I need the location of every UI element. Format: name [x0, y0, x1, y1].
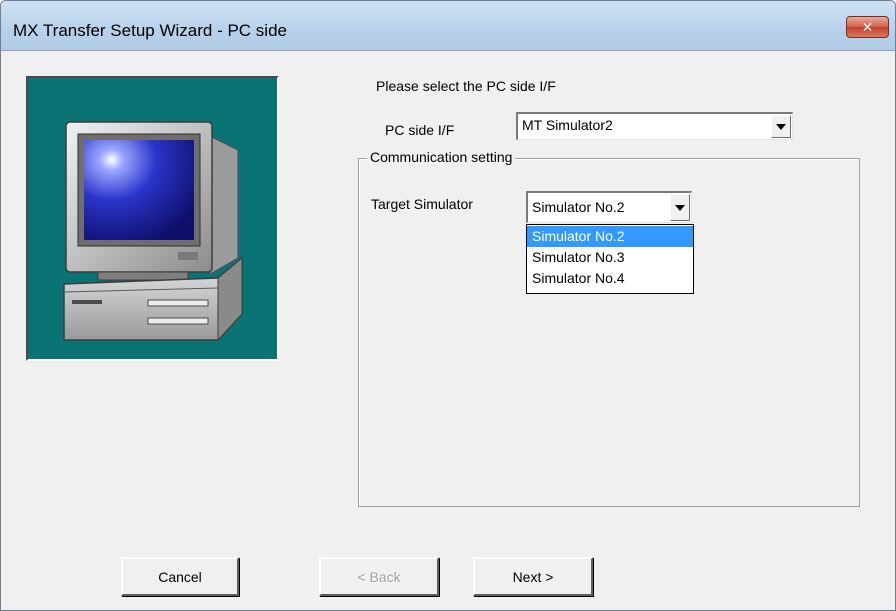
- dropdown-option[interactable]: Simulator No.3: [527, 247, 693, 268]
- close-button[interactable]: ✕: [846, 16, 889, 38]
- window-title: MX Transfer Setup Wizard - PC side: [13, 21, 287, 40]
- dropdown-option[interactable]: Simulator No.4: [527, 268, 693, 289]
- target-simulator-dropdown-button[interactable]: [670, 194, 690, 221]
- back-button-label: < Back: [357, 568, 401, 585]
- wizard-window: MX Transfer Setup Wizard - PC side ✕ Ple…: [0, 0, 896, 611]
- target-simulator-value: Simulator No.2: [532, 199, 625, 215]
- chevron-down-icon: [675, 204, 685, 211]
- chevron-down-icon: [776, 123, 786, 130]
- pc-side-if-value: MT Simulator2: [522, 117, 613, 133]
- next-button-label: Next >: [512, 568, 554, 585]
- pc-side-if-dropdown-button[interactable]: [771, 115, 791, 138]
- target-simulator-select[interactable]: Simulator No.2: [526, 191, 692, 223]
- communication-setting-legend: Communication setting: [367, 149, 516, 165]
- back-button[interactable]: < Back: [319, 557, 439, 596]
- computer-illustration: [26, 76, 279, 361]
- dialog-client-area: Please select the PC side I/F PC side I/…: [9, 52, 887, 610]
- cancel-button[interactable]: Cancel: [121, 557, 239, 596]
- computer-illustration-icon: [63, 121, 243, 342]
- dropdown-option[interactable]: Simulator No.2: [527, 226, 693, 247]
- next-button[interactable]: Next >: [473, 557, 593, 596]
- close-icon: ✕: [861, 18, 874, 35]
- target-simulator-dropdown-list: Simulator No.2 Simulator No.3 Simulator …: [526, 224, 694, 294]
- pc-side-if-label: PC side I/F: [385, 122, 455, 138]
- target-simulator-label: Target Simulator: [371, 196, 473, 212]
- prompt-text: Please select the PC side I/F: [376, 78, 556, 94]
- cancel-button-label: Cancel: [158, 568, 202, 585]
- pc-side-if-select[interactable]: MT Simulator2: [516, 112, 793, 140]
- title-bar[interactable]: MX Transfer Setup Wizard - PC side ✕: [1, 1, 895, 51]
